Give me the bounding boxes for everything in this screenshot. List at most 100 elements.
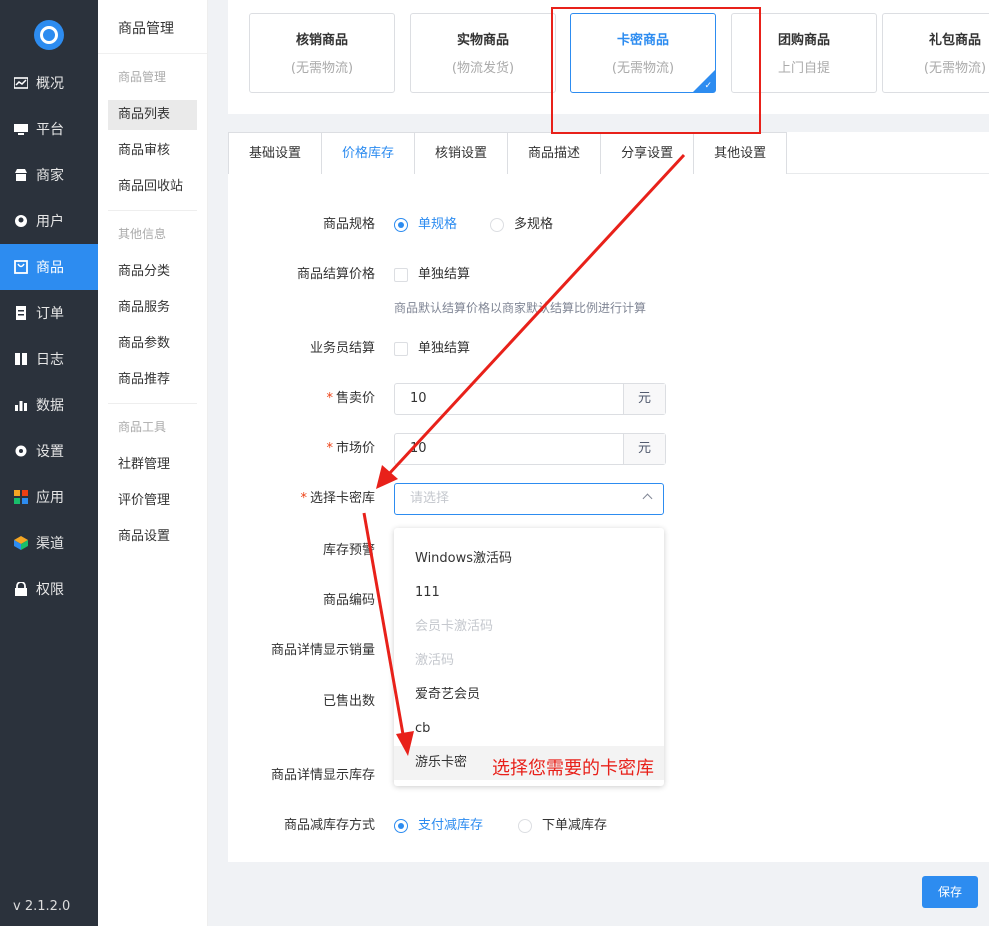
product-type-card[interactable]: 礼包商品 (无需物流): [882, 13, 989, 93]
dropdown-option[interactable]: 111: [394, 576, 664, 610]
bar-chart-icon: [14, 398, 28, 412]
submenu-item-category[interactable]: 商品分类: [98, 257, 207, 293]
product-type-card[interactable]: 核销商品 (无需物流): [249, 13, 395, 93]
order-icon: [14, 306, 28, 320]
checkbox-label: 单独结算: [418, 267, 471, 282]
field-label: 商品规格: [322, 217, 375, 232]
submenu-group-heading: 商品管理: [118, 70, 167, 84]
tab-basic[interactable]: 基础设置: [228, 132, 323, 174]
chevron-up-icon: [642, 493, 653, 504]
field-label: * 售卖价: [326, 391, 375, 406]
checkbox-settle[interactable]: [394, 268, 408, 282]
card-title: 礼包商品: [928, 33, 981, 48]
radio-label: 多规格: [514, 217, 554, 232]
settle-hint: 商品默认结算价格以商家默认结算比例进行计算: [394, 301, 647, 315]
field-label: * 选择卡密库: [300, 491, 375, 506]
tab-verify[interactable]: 核销设置: [414, 132, 509, 174]
tab-price-stock[interactable]: 价格库存: [321, 132, 416, 174]
user-icon: [14, 214, 28, 228]
radio-label: 支付减库存: [418, 818, 484, 833]
field-label: 商品编码: [322, 593, 375, 608]
sidebar-item-user[interactable]: 用户: [0, 198, 98, 244]
submenu-item-product-review[interactable]: 商品审核: [98, 136, 207, 172]
input-value: 10: [410, 441, 427, 456]
tab-other[interactable]: 其他设置: [693, 132, 788, 174]
sidebar-item-platform[interactable]: 平台: [0, 106, 98, 152]
dropdown-option[interactable]: cb: [394, 712, 664, 746]
submenu-item-params[interactable]: 商品参数: [98, 329, 207, 365]
lock-icon: [14, 581, 28, 596]
sidebar-item-permission[interactable]: 权限: [0, 566, 98, 612]
field-label: 商品减库存方式: [283, 818, 375, 833]
dropdown-option[interactable]: 爱奇艺会员: [394, 678, 664, 712]
submenu-item-reviews[interactable]: 评价管理: [98, 486, 207, 522]
form-row-spec: 商品规格 单规格 多规格: [228, 209, 989, 241]
submenu-group-heading: 商品工具: [118, 420, 167, 434]
submenu-item-product-settings[interactable]: 商品设置: [98, 522, 207, 558]
price-input[interactable]: 10 元: [394, 383, 666, 415]
annotation-text: 选择您需要的卡密库: [492, 758, 654, 779]
sidebar-item-label: 商家: [36, 168, 64, 184]
select-placeholder: 请选择: [410, 491, 450, 506]
sidebar-item-label: 商品: [36, 260, 64, 276]
annotation-highlight-box: [551, 7, 761, 134]
radio-label: 单规格: [418, 217, 458, 232]
submenu-item-recycle-bin[interactable]: 商品回收站: [98, 172, 207, 208]
sidebar: 概况 平台 商家 用户 商品 订单 日志 数据 设置 应用 渠道 权限 v 2.…: [0, 0, 98, 926]
sidebar-item-channel[interactable]: 渠道: [0, 520, 98, 566]
field-label: 库存预警: [322, 543, 375, 558]
chart-icon: [13, 76, 29, 90]
product-type-card[interactable]: 实物商品 (物流发货): [410, 13, 556, 93]
radio-pay-reduce[interactable]: [394, 819, 408, 833]
tab-share[interactable]: 分享设置: [600, 132, 695, 174]
sidebar-item-label: 用户: [36, 214, 64, 230]
form-row-salesman: 业务员结算 单独结算: [228, 333, 989, 365]
version-label: v 2.1.2.0: [13, 899, 71, 914]
sidebar-item-order[interactable]: 订单: [0, 290, 98, 336]
sidebar-item-settings[interactable]: 设置: [0, 428, 98, 474]
sidebar-item-label: 订单: [36, 306, 64, 322]
form-row-price: * 售卖价 10 元: [228, 383, 989, 415]
checkbox-label: 单独结算: [418, 341, 471, 356]
radio-multi-spec[interactable]: [490, 218, 504, 232]
radio-order-reduce[interactable]: [518, 819, 532, 833]
dropdown-option-disabled: 激活码: [415, 653, 455, 668]
save-button[interactable]: 保存: [922, 876, 978, 908]
submenu: 商品管理 商品管理 商品列表 商品审核 商品回收站 其他信息 商品分类 商品服务…: [98, 0, 208, 926]
radio-label: 下单减库存: [542, 818, 608, 833]
book-icon: [14, 352, 28, 366]
submenu-item-service[interactable]: 商品服务: [98, 293, 207, 329]
dropdown-option-disabled: 会员卡激活码: [415, 619, 494, 634]
monitor-icon: [14, 122, 28, 136]
tab-description[interactable]: 商品描述: [507, 132, 602, 174]
field-label: 商品结算价格: [296, 267, 375, 282]
card-subtitle: (无需物流): [290, 61, 354, 76]
submenu-item-community[interactable]: 社群管理: [98, 450, 207, 486]
card-lib-select[interactable]: 请选择: [394, 483, 664, 515]
sidebar-item-log[interactable]: 日志: [0, 336, 98, 382]
app-logo[interactable]: [34, 20, 64, 50]
sidebar-item-merchant[interactable]: 商家: [0, 152, 98, 198]
submenu-item-recommend[interactable]: 商品推荐: [98, 365, 207, 401]
field-label: 已售出数: [322, 694, 375, 709]
card-title: 实物商品: [456, 33, 509, 48]
sidebar-item-product[interactable]: 商品: [0, 244, 98, 290]
sidebar-item-overview[interactable]: 概况: [0, 60, 98, 106]
sidebar-item-label: 日志: [36, 352, 64, 368]
market-price-input[interactable]: 10 元: [394, 433, 666, 465]
submenu-item-product-list[interactable]: 商品列表: [108, 100, 197, 130]
field-label: * 市场价: [326, 441, 375, 456]
sidebar-item-label: 渠道: [36, 536, 64, 552]
sidebar-item-apps[interactable]: 应用: [0, 474, 98, 520]
submenu-group-heading: 其他信息: [118, 227, 167, 241]
radio-single-spec[interactable]: [394, 218, 408, 232]
card-lib-dropdown: Windows激活码 111 会员卡激活码 激活码 爱奇艺会员 cb 游乐卡密: [394, 528, 664, 786]
sidebar-item-label: 概况: [36, 76, 64, 92]
dropdown-option[interactable]: Windows激活码: [394, 542, 664, 576]
input-value: 10: [410, 391, 427, 406]
form-row-reduce-stock: 商品减库存方式 支付减库存 下单减库存: [228, 810, 989, 842]
sidebar-item-data[interactable]: 数据: [0, 382, 98, 428]
tab-bar: 基础设置 价格库存 核销设置 商品描述 分享设置 其他设置: [228, 132, 989, 174]
card-title: 核销商品: [295, 33, 348, 48]
checkbox-salesman[interactable]: [394, 342, 408, 356]
